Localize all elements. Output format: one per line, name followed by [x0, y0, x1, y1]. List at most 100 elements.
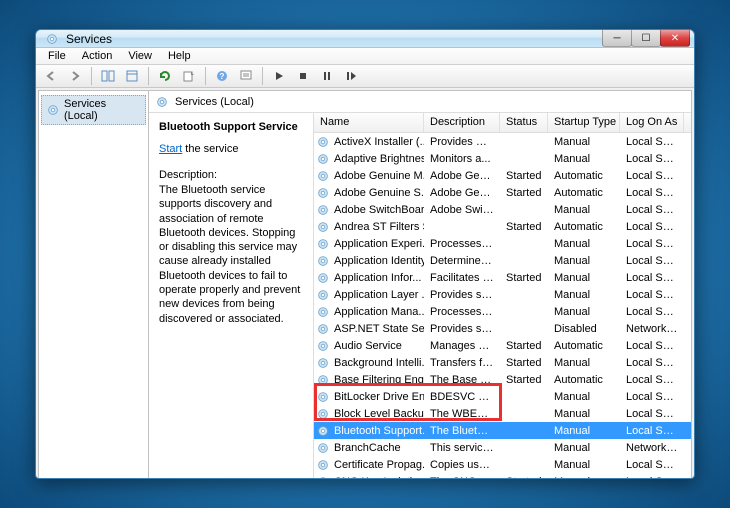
service-row[interactable]: Adaptive BrightnessMonitors a...ManualLo… [314, 150, 691, 167]
service-startup-cell: Manual [548, 442, 620, 454]
service-icon [316, 458, 330, 472]
tree-item-label: Services (Local) [64, 98, 141, 122]
service-name-cell: Application Experi... [334, 238, 424, 250]
service-icon [316, 169, 330, 183]
menubar: File Action View Help [36, 48, 694, 65]
service-icon [316, 288, 330, 302]
result-pane-header: Services (Local) [149, 91, 691, 113]
column-startup[interactable]: Startup Type [548, 113, 620, 132]
service-desc-cell: Provides su... [424, 323, 500, 335]
service-name-cell: ASP.NET State Ser... [334, 323, 424, 335]
service-icon [316, 152, 330, 166]
service-row[interactable]: Bluetooth Support...The Bluetoo...Manual… [314, 422, 691, 439]
service-icon [316, 271, 330, 285]
stop-service-button[interactable] [292, 65, 314, 87]
service-row[interactable]: Certificate Propag...Copies user ...Manu… [314, 456, 691, 473]
column-logon[interactable]: Log On As [620, 113, 684, 132]
menu-help[interactable]: Help [160, 48, 199, 64]
start-service-button[interactable] [268, 65, 290, 87]
titlebar[interactable]: Services ─ ☐ ✕ [36, 30, 694, 48]
service-row[interactable]: Application Layer ...Provides su...Manua… [314, 286, 691, 303]
column-description[interactable]: Description [424, 113, 500, 132]
tree-item-services-local[interactable]: Services (Local) [41, 95, 146, 125]
properties-button[interactable] [235, 65, 257, 87]
services-tree-icon [46, 103, 60, 117]
service-row[interactable]: Adobe Genuine S...Adobe Gen...StartedAut… [314, 184, 691, 201]
service-icon [316, 254, 330, 268]
service-name-cell: Application Infor... [334, 272, 421, 284]
export-button[interactable] [121, 65, 143, 87]
service-row[interactable]: Adobe Genuine M...Adobe Gen...StartedAut… [314, 167, 691, 184]
service-row[interactable]: Andrea ST Filters S...StartedAutomaticLo… [314, 218, 691, 235]
column-name[interactable]: Name [314, 113, 424, 132]
service-startup-cell: Manual [548, 306, 620, 318]
service-row[interactable]: Application Mana...Processes in... Manual… [314, 303, 691, 320]
service-desc-cell: Adobe Swit... [424, 204, 500, 216]
service-name-cell: Application Mana... [334, 306, 424, 318]
service-row[interactable]: BitLocker Drive En...BDESVC hos...Manual… [314, 388, 691, 405]
grid-body[interactable]: ActiveX Installer (...Provides Us...Manu… [314, 133, 691, 479]
service-startup-cell: Manual [548, 255, 620, 267]
back-button[interactable] [40, 65, 62, 87]
service-row[interactable]: Application IdentityDetermines ...Manual… [314, 252, 691, 269]
service-name-cell: BranchCache [334, 442, 401, 454]
toolbar: ? [36, 65, 694, 88]
service-status-cell: Started [500, 221, 548, 233]
menu-view[interactable]: View [120, 48, 160, 64]
service-row[interactable]: Application Infor...Facilitates t...Star… [314, 269, 691, 286]
service-logon-cell: Local Service [620, 425, 684, 437]
menu-file[interactable]: File [40, 48, 74, 64]
forward-button[interactable] [64, 65, 86, 87]
service-name-cell: Adobe Genuine M... [334, 170, 424, 182]
service-row[interactable]: ActiveX Installer (...Provides Us...Manu… [314, 133, 691, 150]
close-button[interactable]: ✕ [660, 29, 690, 47]
service-startup-cell: Automatic [548, 187, 620, 199]
show-hide-tree-button[interactable] [97, 65, 119, 87]
service-name-cell: Background Intelli... [334, 357, 424, 369]
service-icon [316, 305, 330, 319]
service-row[interactable]: Background Intelli...Transfers fil...Sta… [314, 354, 691, 371]
service-row[interactable]: Base Filtering Engi...The Base Fil...Sta… [314, 371, 691, 388]
service-name-cell: Audio Service [334, 340, 402, 352]
service-name-cell: BitLocker Drive En... [334, 391, 424, 403]
service-icon [316, 424, 330, 438]
description-text: The Bluetooth service supports discovery… [159, 183, 303, 326]
service-row[interactable]: Application Experi...Processes a...Manua… [314, 235, 691, 252]
services-app-icon [44, 31, 60, 47]
service-startup-cell: Manual [548, 459, 620, 471]
restart-service-button[interactable] [340, 65, 362, 87]
service-startup-cell: Automatic [548, 221, 620, 233]
service-icon [316, 441, 330, 455]
service-row[interactable]: ASP.NET State Ser...Provides su...Disabl… [314, 320, 691, 337]
start-service-suffix: the service [182, 143, 238, 155]
console-tree[interactable]: Services (Local) [39, 91, 149, 479]
window-title: Services [66, 32, 602, 46]
help-button[interactable]: ? [211, 65, 233, 87]
column-status[interactable]: Status [500, 113, 548, 132]
export-list-button[interactable] [178, 65, 200, 87]
service-desc-cell: The CNG ke... [424, 476, 500, 480]
service-desc-cell: Determines ... [424, 255, 500, 267]
service-row[interactable]: Audio ServiceManages au...StartedAutomat… [314, 337, 691, 354]
service-row[interactable]: Block Level Backu...The WBEN...ManualLoc… [314, 405, 691, 422]
service-icon [316, 373, 330, 387]
service-logon-cell: Local Service [620, 153, 684, 165]
refresh-button[interactable] [154, 65, 176, 87]
service-logon-cell: Network S... [620, 442, 684, 454]
service-row[interactable]: CNG Key IsolationThe CNG ke...StartedMan… [314, 473, 691, 479]
service-startup-cell: Manual [548, 408, 620, 420]
pause-service-button[interactable] [316, 65, 338, 87]
start-service-link[interactable]: Start [159, 143, 182, 155]
menu-action[interactable]: Action [74, 48, 121, 64]
minimize-button[interactable]: ─ [602, 29, 632, 47]
service-startup-cell: Manual [548, 476, 620, 480]
service-icon [316, 475, 330, 480]
service-logon-cell: Local Syste... [620, 272, 684, 284]
service-desc-cell: Processes in... [424, 306, 500, 318]
service-icon [316, 186, 330, 200]
service-logon-cell: Local Service [620, 289, 684, 301]
maximize-button[interactable]: ☐ [631, 29, 661, 47]
service-row[interactable]: BranchCacheThis service ...ManualNetwork… [314, 439, 691, 456]
service-row[interactable]: Adobe SwitchBoardAdobe Swit...ManualLoca… [314, 201, 691, 218]
service-logon-cell: Local Syste... [620, 340, 684, 352]
